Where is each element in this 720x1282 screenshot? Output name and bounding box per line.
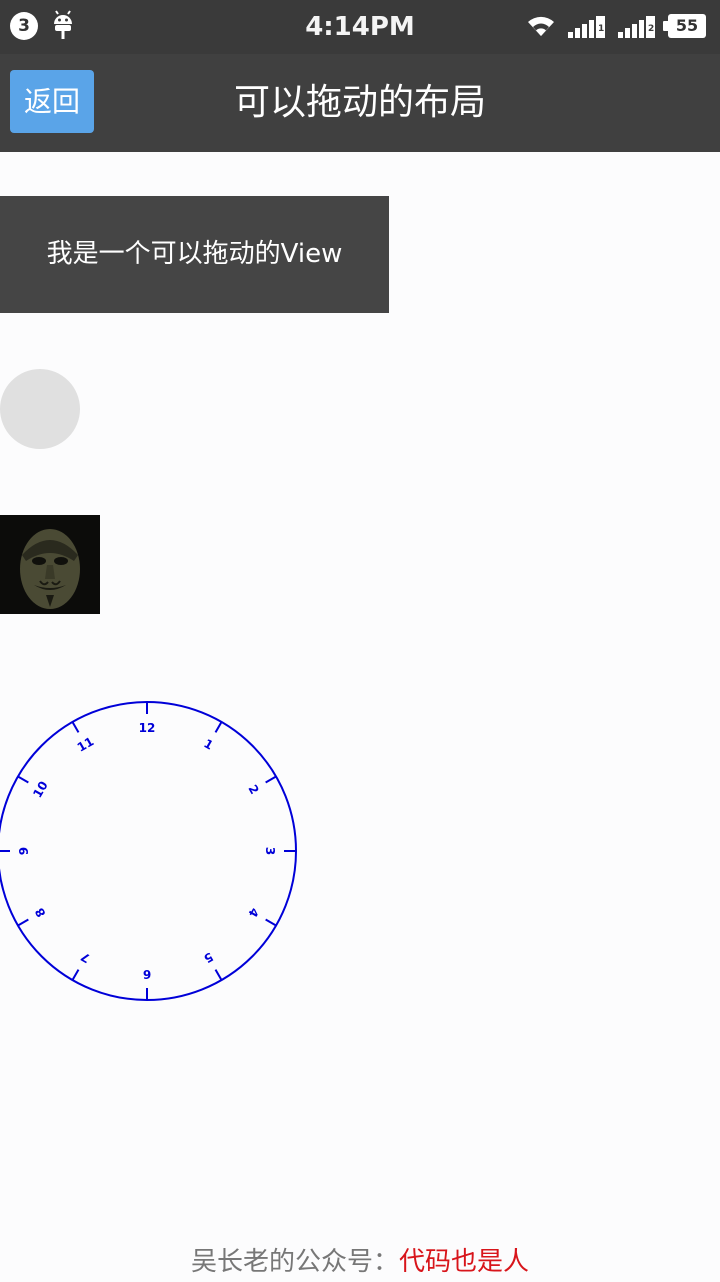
clock-number-7: 7 bbox=[78, 949, 92, 965]
clock-number-11: 11 bbox=[75, 734, 96, 754]
clock-number-1: 1 bbox=[201, 736, 215, 752]
clock-tick bbox=[71, 721, 80, 733]
clock-number-2: 2 bbox=[245, 782, 261, 796]
clock-tick bbox=[265, 775, 277, 784]
signal-icon: 1 bbox=[566, 14, 610, 40]
clock-ring bbox=[0, 701, 297, 1001]
footer-label: 吴长老的公众号： bbox=[190, 1247, 399, 1277]
clock-tick bbox=[214, 969, 223, 981]
wifi-icon bbox=[528, 16, 554, 36]
page-title: 可以拖动的布局 bbox=[233, 82, 486, 123]
signal-icon: 2 bbox=[616, 14, 660, 40]
clock-number-3: 3 bbox=[263, 847, 277, 855]
sim-1-label: 1 bbox=[598, 24, 605, 34]
clock-number-4: 4 bbox=[245, 905, 261, 919]
mask-face-icon bbox=[0, 515, 100, 614]
clock-number-6: 6 bbox=[143, 967, 151, 981]
draggable-view[interactable]: 我是一个可以拖动的View bbox=[0, 196, 389, 313]
clock-tick bbox=[265, 918, 277, 927]
footer-highlight: 代码也是人 bbox=[399, 1247, 530, 1277]
clock-tick bbox=[17, 918, 29, 927]
clock-number-8: 8 bbox=[32, 905, 48, 919]
draggable-circle[interactable] bbox=[0, 369, 80, 449]
clock-tick bbox=[214, 721, 223, 733]
back-button[interactable]: 返回 bbox=[10, 70, 94, 133]
status-time: 4:14PM bbox=[305, 12, 415, 42]
clock-number-5: 5 bbox=[201, 949, 215, 965]
clock-tick bbox=[17, 775, 29, 784]
mask-image[interactable] bbox=[0, 515, 100, 614]
clock-tick bbox=[71, 969, 80, 981]
clock-face: 121234567891011 bbox=[0, 701, 297, 1001]
title-bar: 可以拖动的布局 返回 bbox=[0, 54, 720, 152]
battery-icon: 55 bbox=[663, 14, 706, 38]
status-bar: 3 4:14PM 1 2 55 bbox=[0, 0, 720, 54]
sim-2-label: 2 bbox=[648, 24, 655, 34]
clock-number-9: 9 bbox=[17, 847, 31, 855]
clock-number-12: 12 bbox=[139, 721, 156, 735]
footer: 吴长老的公众号：代码也是人 bbox=[0, 1242, 720, 1282]
clock-number-10: 10 bbox=[30, 779, 50, 800]
